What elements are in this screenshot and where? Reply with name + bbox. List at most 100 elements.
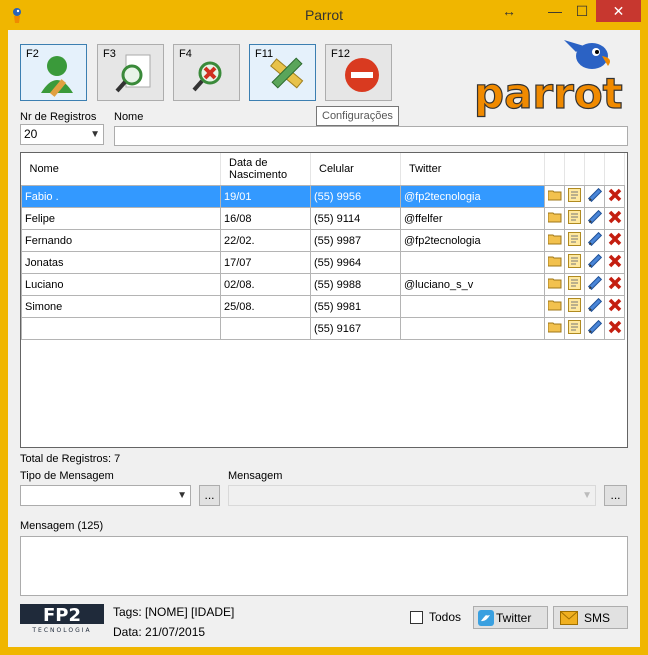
table-row[interactable]: Fabio . 19/01 (55) 9956 @fp2tecnologia [21, 185, 625, 208]
add-user-button[interactable]: F2 [20, 44, 87, 101]
edit-pencil-icon[interactable] [584, 251, 605, 274]
open-folder-icon[interactable] [544, 295, 565, 318]
message-textarea[interactable] [20, 536, 628, 596]
table-row[interactable]: Jonatas 17/07 (55) 9964 [21, 251, 625, 274]
message-counter-label: Mensagem (125) [20, 520, 104, 532]
table-row[interactable]: (55) 9167 [21, 317, 625, 340]
date-text: Data: 21/07/2015 [113, 625, 206, 639]
remove-search-button[interactable]: F4 [173, 44, 240, 101]
edit-pencil-icon[interactable] [584, 207, 605, 230]
cell-tw[interactable]: @fp2tecnologia [400, 185, 545, 208]
maximize-button[interactable]: ☐ [569, 0, 595, 22]
open-folder-icon[interactable] [544, 207, 565, 230]
message-type-select[interactable]: ▼ [20, 485, 191, 506]
edit-pencil-icon[interactable] [584, 273, 605, 296]
fp2-company-logo: FP2 TECNOLOGIA [20, 604, 104, 634]
edit-pencil-icon[interactable] [584, 185, 605, 208]
cell-nome[interactable] [21, 317, 221, 340]
cell-nasc[interactable]: 02/08. [220, 273, 311, 296]
exit-button[interactable]: F12 [325, 44, 392, 101]
edit-pencil-icon[interactable] [584, 317, 605, 340]
cell-cel[interactable]: (55) 9167 [310, 317, 401, 340]
todos-checkbox[interactable] [410, 611, 423, 624]
cell-nasc[interactable] [220, 317, 311, 340]
column-header-celular[interactable]: Celular [310, 153, 401, 186]
resize-icon[interactable]: ↔ [497, 0, 521, 22]
twitter-icon [478, 610, 494, 626]
cell-cel[interactable]: (55) 9981 [310, 295, 401, 318]
note-icon[interactable] [564, 207, 585, 230]
table-row[interactable]: Luciano 02/08. (55) 9988 @luciano_s_v [21, 273, 625, 296]
open-folder-icon[interactable] [544, 229, 565, 252]
delete-icon[interactable] [604, 317, 625, 340]
cell-cel[interactable]: (55) 9987 [310, 229, 401, 252]
delete-icon[interactable] [604, 251, 625, 274]
note-icon[interactable] [564, 273, 585, 296]
table-row[interactable]: Simone 25/08. (55) 9981 [21, 295, 625, 318]
column-header-nome[interactable]: Nome [21, 153, 221, 186]
cell-tw[interactable]: @ffelfer [400, 207, 545, 230]
note-icon[interactable] [564, 317, 585, 340]
column-header-twitter[interactable]: Twitter [400, 153, 545, 186]
note-icon[interactable] [564, 185, 585, 208]
note-icon[interactable] [564, 295, 585, 318]
message-type-browse-button[interactable]: ... [199, 485, 220, 506]
cell-cel[interactable]: (55) 9114 [310, 207, 401, 230]
records-select[interactable]: 20 ▼ [20, 124, 104, 145]
note-icon[interactable] [564, 251, 585, 274]
table-row[interactable]: Felipe 16/08 (55) 9114 @ffelfer [21, 207, 625, 230]
note-icon[interactable] [564, 229, 585, 252]
delete-icon[interactable] [604, 185, 625, 208]
cell-nome[interactable]: Simone [21, 295, 221, 318]
cell-tw[interactable]: @luciano_s_v [400, 273, 545, 296]
cell-nasc[interactable]: 17/07 [220, 251, 311, 274]
sms-button[interactable]: SMS [553, 606, 628, 629]
fp2-logo-text: FP2 [43, 605, 81, 626]
delete-icon[interactable] [604, 273, 625, 296]
name-label: Nome [114, 111, 144, 123]
cell-tw[interactable] [400, 317, 545, 340]
cell-tw[interactable]: @fp2tecnologia [400, 229, 545, 252]
settings-button[interactable]: F11 [249, 44, 316, 101]
name-input[interactable] [114, 126, 628, 146]
open-folder-icon[interactable] [544, 251, 565, 274]
delete-icon[interactable] [604, 295, 625, 318]
cell-nome[interactable]: Luciano [21, 273, 221, 296]
column-header-blank [604, 153, 625, 186]
cell-cel[interactable]: (55) 9988 [310, 273, 401, 296]
table-row[interactable]: Fernando 22/02. (55) 9987 @fp2tecnologia [21, 229, 625, 252]
cell-nasc[interactable]: 22/02. [220, 229, 311, 252]
cell-nome[interactable]: Fabio . [21, 185, 221, 208]
edit-pencil-icon[interactable] [584, 295, 605, 318]
search-button[interactable]: F3 [97, 44, 164, 101]
records-value: 20 [24, 127, 38, 141]
cell-nome[interactable]: Fernando [21, 229, 221, 252]
delete-icon[interactable] [604, 207, 625, 230]
edit-pencil-icon[interactable] [584, 229, 605, 252]
cell-tw[interactable] [400, 295, 545, 318]
column-header-nascimento[interactable]: Data de Nascimento [220, 153, 311, 186]
cell-nasc[interactable]: 16/08 [220, 207, 311, 230]
cell-nome[interactable]: Jonatas [21, 251, 221, 274]
open-folder-icon[interactable] [544, 273, 565, 296]
cell-nome[interactable]: Felipe [21, 207, 221, 230]
close-button[interactable]: ✕ [596, 0, 641, 22]
cell-cel[interactable]: (55) 9956 [310, 185, 401, 208]
message-browse-button[interactable]: ... [604, 485, 627, 506]
cell-tw[interactable] [400, 251, 545, 274]
total-records: Total de Registros: 7 [20, 453, 121, 465]
open-folder-icon[interactable] [544, 317, 565, 340]
message-select[interactable]: ▼ [228, 485, 596, 506]
records-label: Nr de Registros [20, 111, 97, 123]
sms-label: SMS [584, 611, 611, 625]
title-bar: Parrot ↔ — ☐ ✕ [0, 0, 648, 30]
twitter-button[interactable]: Twitter [473, 606, 548, 629]
cell-nasc[interactable]: 25/08. [220, 295, 311, 318]
minimize-button[interactable]: — [541, 0, 569, 22]
cell-cel[interactable]: (55) 9964 [310, 251, 401, 274]
cell-nasc[interactable]: 19/01 [220, 185, 311, 208]
message-type-label: Tipo de Mensagem [20, 470, 114, 482]
chevron-down-icon: ▼ [90, 129, 100, 140]
delete-icon[interactable] [604, 229, 625, 252]
open-folder-icon[interactable] [544, 185, 565, 208]
